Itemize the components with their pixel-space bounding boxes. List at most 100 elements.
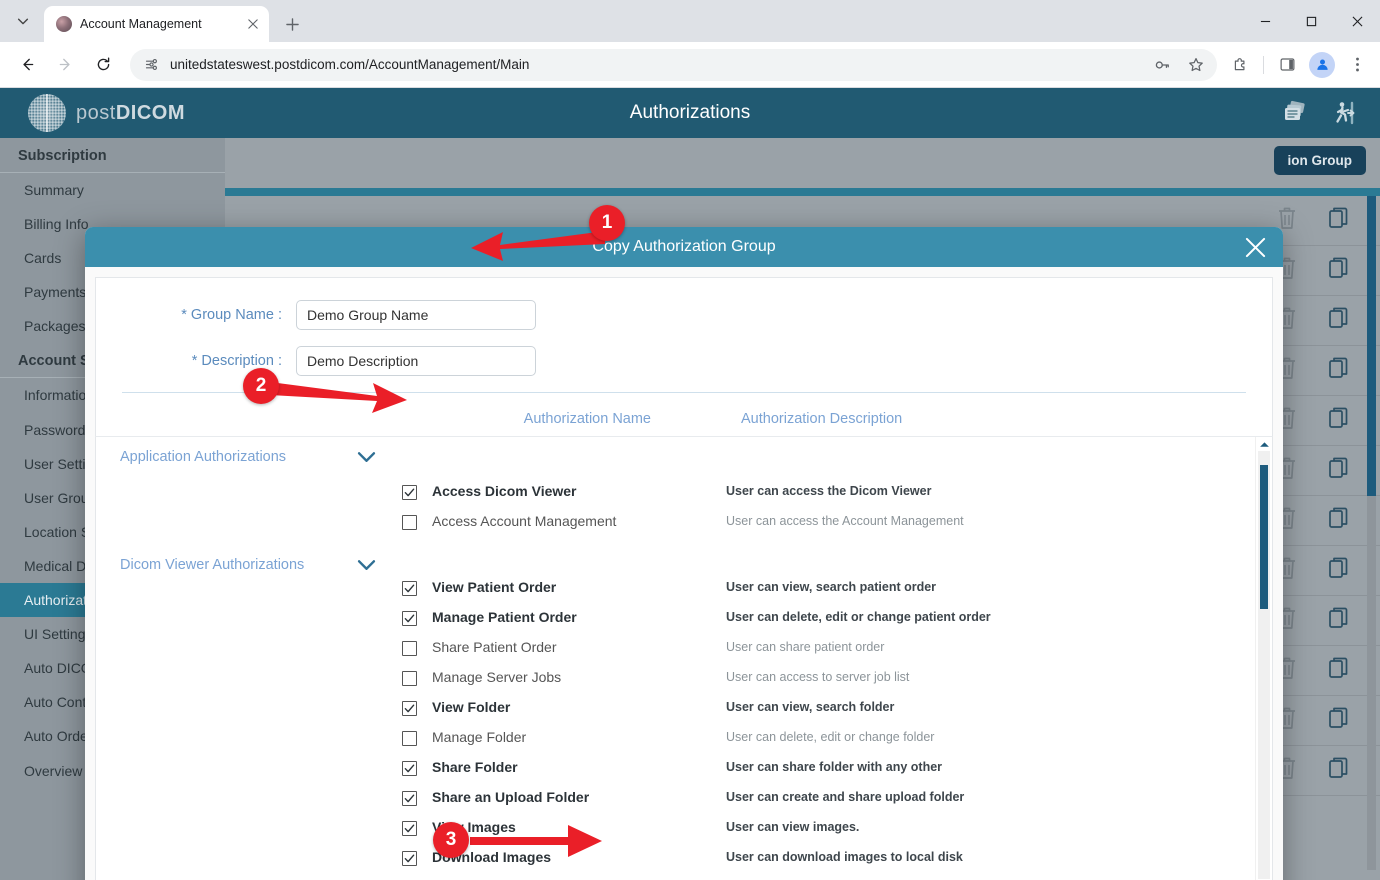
authorization-description: User can view, search folder (726, 699, 894, 714)
logout-icon[interactable] (1328, 96, 1362, 130)
annotation-arrow-2 (265, 368, 415, 423)
app-header: postDICOM Authorizations (0, 88, 1380, 138)
copy-icon[interactable] (1328, 606, 1350, 635)
close-icon[interactable] (1239, 231, 1271, 263)
authorization-checkbox-cell (96, 819, 426, 836)
authorization-description: User can access to server job list (726, 669, 909, 684)
authorization-description: User can create and share upload folder (726, 789, 964, 804)
authorization-row: Share Patient OrderUser can share patien… (96, 639, 1255, 669)
forward-icon[interactable] (50, 50, 80, 80)
checkbox-view-folder[interactable] (402, 701, 417, 716)
page-scrollbar-thumb[interactable] (1367, 196, 1376, 496)
browser-toolbar: unitedstateswest.postdicom.com/AccountMa… (0, 42, 1380, 88)
copy-icon[interactable] (1328, 556, 1350, 585)
authorization-name: View Folder (426, 699, 726, 715)
checkbox-view-patient-order[interactable] (402, 581, 417, 596)
tab-search-icon[interactable] (8, 6, 38, 36)
authorization-checkbox-cell (96, 639, 426, 656)
checkbox-share-an-upload-folder[interactable] (402, 791, 417, 806)
copy-icon[interactable] (1328, 256, 1350, 285)
scrollbar-track[interactable] (1258, 451, 1270, 879)
copy-icon[interactable] (1328, 706, 1350, 735)
checkbox-download-images[interactable] (402, 851, 417, 866)
extensions-icon[interactable] (1225, 50, 1255, 80)
scrollbar-thumb[interactable] (1260, 465, 1268, 609)
copy-icon[interactable] (1328, 456, 1350, 485)
authorization-name: Manage Patient Order (426, 609, 726, 625)
window-controls (1242, 0, 1380, 42)
authorization-description: User can view images. (726, 819, 859, 834)
annotation-arrow-3 (468, 820, 608, 862)
authorization-name: Access Account Management (426, 513, 726, 529)
header-actions (1278, 96, 1362, 130)
column-header-authorization-description: Authorization Description (741, 411, 902, 427)
authorization-group-header[interactable]: Application Authorizations (96, 447, 1255, 471)
chevron-down-icon[interactable] (351, 559, 381, 572)
checkbox-view-images[interactable] (402, 821, 417, 836)
authorization-row: Manage FolderUser can delete, edit or ch… (96, 729, 1255, 759)
group-name-input[interactable] (296, 300, 536, 330)
side-panel-icon[interactable] (1272, 50, 1302, 80)
checkbox-access-account-management[interactable] (402, 515, 417, 530)
copy-icon[interactable] (1328, 356, 1350, 385)
checkbox-manage-patient-order[interactable] (402, 611, 417, 626)
new-tab-button[interactable] (280, 12, 304, 36)
authorization-name: Share Folder (426, 759, 726, 775)
dialog-header: Copy Authorization Group (85, 227, 1283, 267)
copy-icon[interactable] (1328, 656, 1350, 685)
password-key-icon[interactable] (1147, 50, 1177, 80)
cards-icon[interactable] (1278, 96, 1312, 130)
copy-authorization-group-tooltip: ion Group (1274, 146, 1367, 175)
reload-icon[interactable] (88, 50, 118, 80)
authorization-group-header[interactable]: Dicom Viewer Authorizations (96, 555, 1255, 579)
browser-tab[interactable]: Account Management (44, 6, 269, 42)
authorization-list: Application AuthorizationsAccess Dicom V… (96, 437, 1255, 880)
copy-icon[interactable] (1328, 406, 1350, 435)
checkbox-share-patient-order[interactable] (402, 641, 417, 656)
tab-title: Account Management (80, 17, 237, 31)
url-text[interactable]: unitedstateswest.postdicom.com/AccountMa… (170, 57, 1137, 72)
authorization-list-scrollbar[interactable] (1255, 437, 1272, 880)
authorization-group-label: Application Authorizations (96, 449, 351, 465)
checkbox-access-dicom-viewer[interactable] (402, 485, 417, 500)
authorization-checkbox-cell (96, 849, 426, 866)
window-minimize-button[interactable] (1242, 0, 1288, 42)
spacer (96, 471, 1255, 483)
copy-icon[interactable] (1328, 206, 1350, 235)
scroll-up-icon[interactable] (1256, 437, 1273, 451)
authorization-name: Share an Upload Folder (426, 789, 726, 805)
authorization-checkbox-cell (96, 483, 426, 500)
browser-titlebar: Account Management (0, 0, 1380, 42)
tab-close-icon[interactable] (245, 16, 261, 32)
sidebar-item-summary[interactable]: Summary (0, 173, 225, 207)
authorization-checkbox-cell (96, 579, 426, 596)
window-close-button[interactable] (1334, 0, 1380, 42)
authorization-row: Share an Upload FolderUser can create an… (96, 789, 1255, 819)
authorization-checkbox-cell (96, 699, 426, 716)
toolbar-divider (1263, 56, 1264, 74)
copy-icon[interactable] (1328, 306, 1350, 335)
column-header-authorization-name: Authorization Name (96, 411, 741, 427)
checkbox-manage-server-jobs[interactable] (402, 671, 417, 686)
address-bar[interactable]: unitedstateswest.postdicom.com/AccountMa… (130, 49, 1217, 81)
checkbox-manage-folder[interactable] (402, 731, 417, 746)
authorization-description: User can share patient order (726, 639, 884, 654)
page-scrollbar[interactable] (1367, 196, 1376, 870)
window-maximize-button[interactable] (1288, 0, 1334, 42)
authorization-description: User can access the Dicom Viewer (726, 483, 931, 498)
page-title: Authorizations (0, 88, 1380, 138)
profile-avatar[interactable] (1309, 52, 1335, 78)
site-settings-icon[interactable] (142, 56, 160, 74)
copy-icon[interactable] (1328, 506, 1350, 535)
chevron-down-icon[interactable] (351, 451, 381, 464)
authorization-description: User can share folder with any other (726, 759, 942, 774)
back-icon[interactable] (12, 50, 42, 80)
bookmark-star-icon[interactable] (1181, 50, 1211, 80)
chrome-menu-icon[interactable] (1342, 50, 1372, 80)
annotation-badge-2: 2 (243, 368, 279, 404)
group-name-label: * Group Name : (96, 307, 296, 323)
copy-icon[interactable] (1328, 756, 1350, 785)
copy-authorization-group-dialog: Copy Authorization Group * Group Name : … (85, 227, 1283, 880)
checkbox-share-folder[interactable] (402, 761, 417, 776)
toolbar-right-actions (1225, 50, 1380, 80)
